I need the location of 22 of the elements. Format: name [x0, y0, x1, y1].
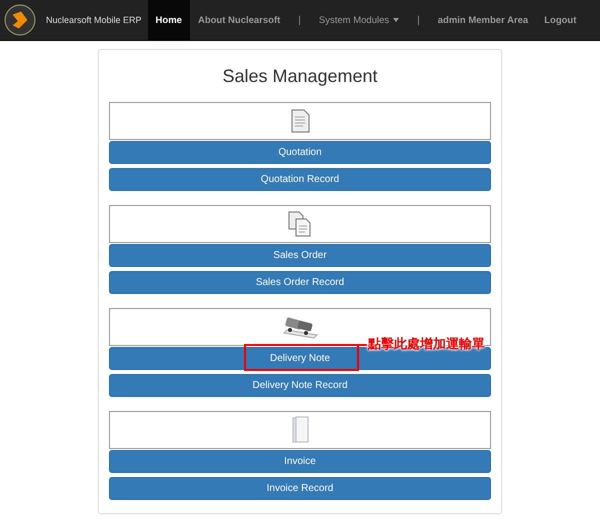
- nav-link[interactable]: About Nuclearsoft: [190, 0, 288, 40]
- nav-link[interactable]: Home: [148, 0, 190, 40]
- module-button[interactable]: Quotation Record: [109, 168, 491, 191]
- nav-link[interactable]: Logout: [536, 0, 584, 40]
- nav-link[interactable]: admin Member Area: [430, 0, 536, 40]
- module-button[interactable]: Invoice: [109, 450, 491, 473]
- page-title: Sales Management: [221, 64, 379, 88]
- module-button[interactable]: Sales Order Record: [109, 271, 491, 294]
- module-button[interactable]: Sales Order: [109, 244, 491, 267]
- module-button[interactable]: Invoice Record: [109, 477, 491, 500]
- nav-dropdown[interactable]: System Modules: [310, 0, 408, 40]
- nav-separator: |: [297, 14, 302, 26]
- document-icon: [290, 109, 310, 133]
- module-button[interactable]: Quotation: [109, 141, 491, 164]
- documents-icon: [287, 211, 313, 237]
- brand-name: Nuclearsoft Mobile ERP: [46, 15, 142, 25]
- caret-icon: [393, 18, 400, 22]
- truck-icon: [280, 315, 320, 339]
- module-button[interactable]: Delivery Note Record: [109, 374, 491, 397]
- folder-icon: [290, 416, 310, 444]
- nav-separator: |: [416, 14, 421, 26]
- logo-icon: [4, 4, 36, 36]
